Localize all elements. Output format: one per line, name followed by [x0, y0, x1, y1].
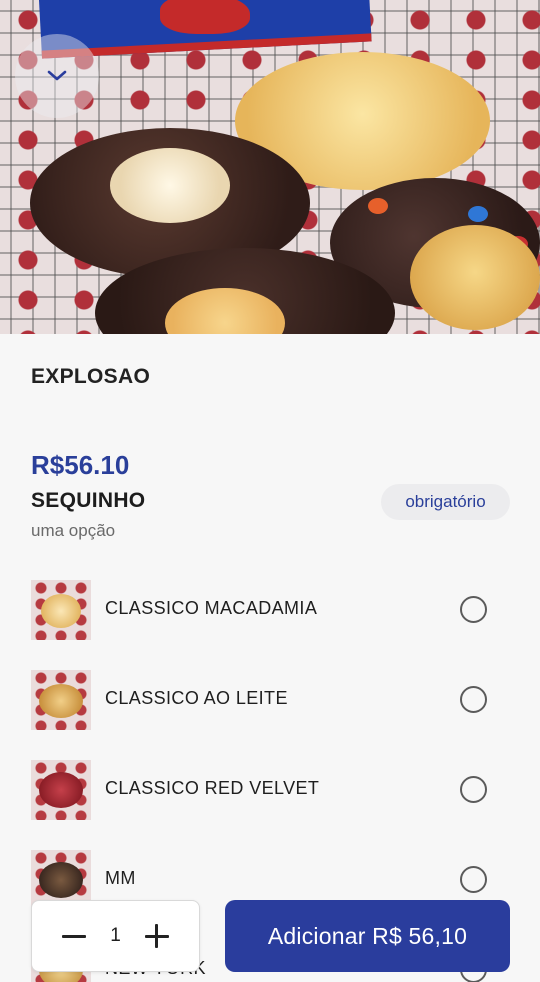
- collapse-button[interactable]: [15, 34, 99, 118]
- radio-button[interactable]: [460, 686, 487, 713]
- option-label: CLASSICO MACADAMIA: [105, 598, 318, 618]
- quantity-value: 1: [110, 925, 121, 946]
- option-label: CLASSICO AO LEITE: [105, 688, 288, 708]
- radio-button[interactable]: [460, 596, 487, 623]
- cart-bar: 1 Adicionar R$ 56,10: [0, 890, 540, 982]
- quantity-stepper: 1: [31, 900, 200, 972]
- add-to-cart-button[interactable]: Adicionar R$ 56,10: [225, 900, 510, 972]
- radio-button[interactable]: [460, 866, 487, 893]
- option-thumbnail: [31, 670, 91, 730]
- option-classico-macadamia[interactable]: CLASSICO MACADAMIA: [0, 580, 540, 642]
- required-badge: obrigatório: [381, 484, 510, 520]
- option-label: MM: [105, 868, 136, 888]
- product-price: R$56.10: [31, 450, 130, 480]
- option-group-subtitle: uma opção: [31, 521, 116, 540]
- option-label: CLASSICO RED VELVET: [105, 778, 320, 798]
- option-thumbnail: [31, 580, 91, 640]
- plus-icon[interactable]: [144, 924, 169, 948]
- packaging-logo: [160, 0, 250, 34]
- option-classico-red-velvet[interactable]: CLASSICO RED VELVET: [0, 760, 540, 822]
- option-classico-ao-leite[interactable]: CLASSICO AO LEITE: [0, 670, 540, 732]
- option-thumbnail: [31, 760, 91, 820]
- minus-icon[interactable]: [62, 924, 86, 948]
- radio-button[interactable]: [460, 776, 487, 803]
- option-group-title: SEQUINHO: [31, 489, 146, 512]
- chevron-down-icon: [47, 70, 67, 81]
- product-title: EXPLOSAO: [31, 365, 151, 388]
- cookie-yellow-candy: [410, 225, 540, 330]
